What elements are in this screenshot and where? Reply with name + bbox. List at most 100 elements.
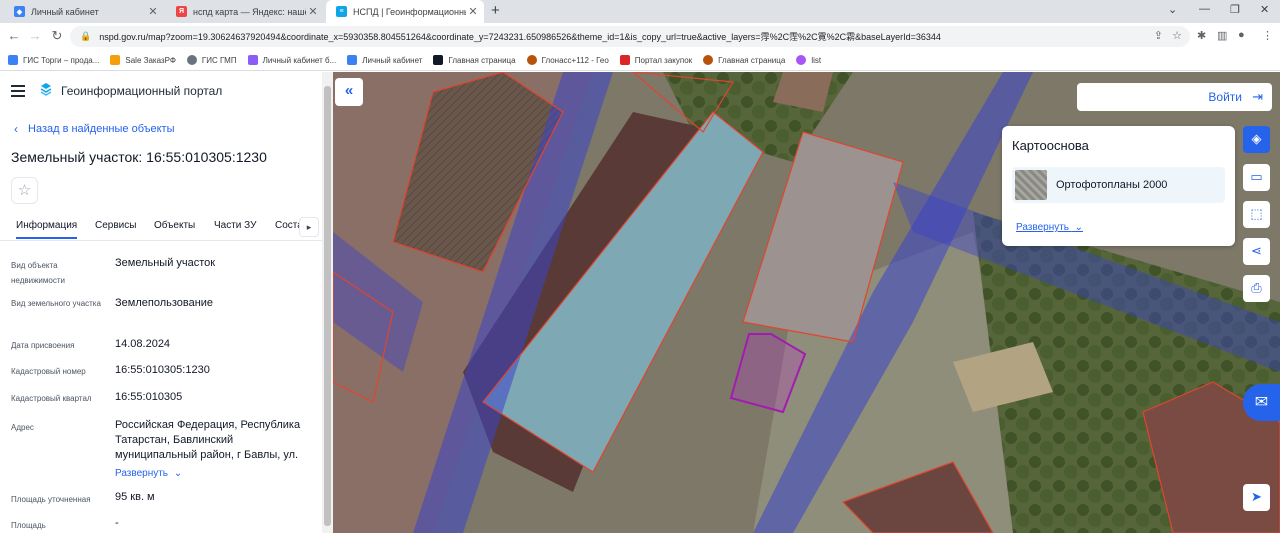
field-value: Землепользование [115,297,214,309]
bookmark-label: ГИС ГМП [201,55,237,65]
lock-icon: 🔒 [80,31,92,41]
basemap-thumbnail [1015,170,1047,200]
field-label: Кадастровый номер [11,367,86,376]
info-tabs: Информация Сервисы Объекты Части ЗУ Сост… [0,217,322,241]
chat-assistant-icon[interactable]: ✉ [1243,384,1280,421]
back-link-label: Назад в найденные объекты [28,123,175,135]
panel-scrollbar[interactable] [322,72,333,533]
bookmark-item[interactable]: ГИС Торги – прода... [8,55,99,65]
login-button[interactable]: Войти [1208,90,1242,104]
field-label: Вид объекта недвижимости [11,261,65,285]
basemap-expand-link[interactable]: Развернуть ⌄ [1016,222,1083,233]
field-label: Вид земельного участка [11,299,101,308]
field-value: - [115,517,119,529]
profile-icon[interactable]: ● [1238,29,1245,41]
bookmark-icon [433,55,444,65]
field-label: Площадь уточненная [11,495,91,504]
extensions-icon[interactable]: ✱ [1197,29,1206,42]
print-icon[interactable]: ⎙ [1243,275,1270,302]
basemap-panel: Картооснова Ортофотопланы 2000 Развернут… [1002,126,1235,246]
expand-address-link[interactable]: Развернуть ⌄ [115,466,315,481]
new-tab-button[interactable]: + [491,2,500,19]
restore-icon[interactable]: ❐ [1230,3,1240,16]
nspd-icon: ≡ [336,6,347,17]
sidepanel-icon[interactable]: ▥ [1217,29,1227,42]
login-bar[interactable]: Войти ⇥ [1077,83,1272,111]
tab-title: НСПД | Геоинформационный пор [353,6,466,17]
bookmark-item[interactable]: Глонасс+112 - Гео [526,55,609,65]
close-window-icon[interactable]: ✕ [1260,3,1269,16]
browser-tab-2[interactable]: Я нспд карта — Яндекс: нашёлся ✕ [166,0,324,23]
tab-search-icon[interactable]: ⌄ [1168,3,1177,16]
bookmark-icon [110,55,121,65]
menu-icon[interactable] [11,85,25,100]
bookmark-label: Глонасс+112 - Гео [541,55,609,65]
tab-information[interactable]: Информация [16,220,78,239]
bookmark-label: ГИС Торги – прода... [23,55,100,65]
browser-tab-1[interactable]: ◆ Личный кабинет ✕ [4,0,164,23]
field-label: Адрес [11,423,34,432]
tabs-scroll-right-button[interactable]: ▸ [299,217,319,237]
field-value: 95 кв. м [115,491,155,503]
address-bar[interactable]: 🔒 nspd.gov.ru/map?zoom=19.30624637920494… [70,26,1190,47]
field-label: Кадастровый квартал [11,394,92,403]
tab-title: Личный кабинет [31,6,99,17]
back-arrow-icon[interactable]: ← [6,28,22,43]
collapse-panel-button[interactable]: « [335,78,363,106]
bookmark-icon [247,55,258,65]
locate-icon[interactable]: ➤ [1243,484,1270,511]
browser-toolbar: ← → ↻ 🔒 nspd.gov.ru/map?zoom=19.30624637… [0,23,1280,50]
login-icon: ⇥ [1252,89,1263,104]
basemap-option-label: Ортофотопланы 2000 [1056,179,1168,191]
object-info-panel: Геоинформационный портал ‹ Назад в найде… [0,72,322,533]
scrollbar-thumb[interactable] [324,86,331,526]
bookmark-item[interactable]: Главная страница [433,55,516,65]
bookmarks-bar: ГИС Торги – прода... Sale ЗаказРФ ГИС ГМ… [0,50,1280,71]
field-label: Дата присвоения [11,341,75,350]
bookmark-label: Личный кабинет [362,55,423,65]
bookmark-item[interactable]: list [796,55,821,65]
chevron-down-icon: ⌄ [171,468,183,479]
bookmark-item[interactable]: ГИС ГМП [186,55,237,65]
bookmark-item[interactable]: Sale ЗаказРФ [110,55,176,65]
close-icon[interactable]: ✕ [146,5,160,18]
bookmark-icon [703,55,714,65]
tab-services[interactable]: Сервисы [95,220,136,231]
bookmark-icon [796,55,807,65]
select-area-icon[interactable]: ⬚ [1243,201,1270,228]
portal-logo-icon [40,83,52,96]
basemap-option[interactable]: Ортофотопланы 2000 [1012,167,1225,203]
bookmark-item[interactable]: Портал закупок [619,55,692,65]
bookmark-item[interactable]: Личный кабинет б... [247,55,336,65]
favorite-star-button[interactable]: ☆ [11,177,38,204]
tab-objects[interactable]: Объекты [154,220,195,231]
portal-title: Геоинформационный портал [61,84,223,98]
expand-label: Развернуть [115,468,169,479]
close-icon[interactable]: ✕ [306,5,320,18]
reload-icon[interactable]: ↻ [49,28,65,44]
bookmark-icon [347,55,358,65]
field-value: 14.08.2024 [115,338,171,350]
menu-dots-icon[interactable]: ⋮ [1262,29,1273,42]
minimize-icon[interactable]: — [1199,3,1210,15]
share-icon[interactable]: ⋖ [1243,238,1270,265]
back-to-results-link[interactable]: ‹ Назад в найденные объекты [14,122,175,136]
bookmark-item[interactable]: Личный кабинет [347,55,422,65]
bookmark-icon [619,55,630,65]
bookmark-item[interactable]: Главная страница [703,55,785,65]
browser-tab-3[interactable]: ≡ НСПД | Геоинформационный пор ✕ [326,0,484,23]
basemap-title: Картооснова [1012,138,1089,153]
bookmark-label: Главная страница [718,55,786,65]
field-value: Земельный участок [115,257,216,269]
close-icon[interactable]: ✕ [466,5,480,18]
bookmark-label: Главная страница [448,55,516,65]
share-and-bookmark-icons[interactable]: ⇪ ☆ [1154,29,1182,42]
tab-parts[interactable]: Части ЗУ [214,220,256,231]
chevron-left-icon: ‹ [14,122,18,136]
ruler-icon[interactable]: ▭ [1243,164,1270,191]
tab-strip: ◆ Личный кабинет ✕ Я нспд карта — Яндекс… [0,0,1280,23]
bookmark-icon [8,55,18,65]
layers-icon[interactable]: ◈ [1243,126,1270,153]
forward-arrow-icon[interactable]: → [27,28,43,43]
url-text: nspd.gov.ru/map?zoom=19.30624637920494&c… [99,32,941,42]
